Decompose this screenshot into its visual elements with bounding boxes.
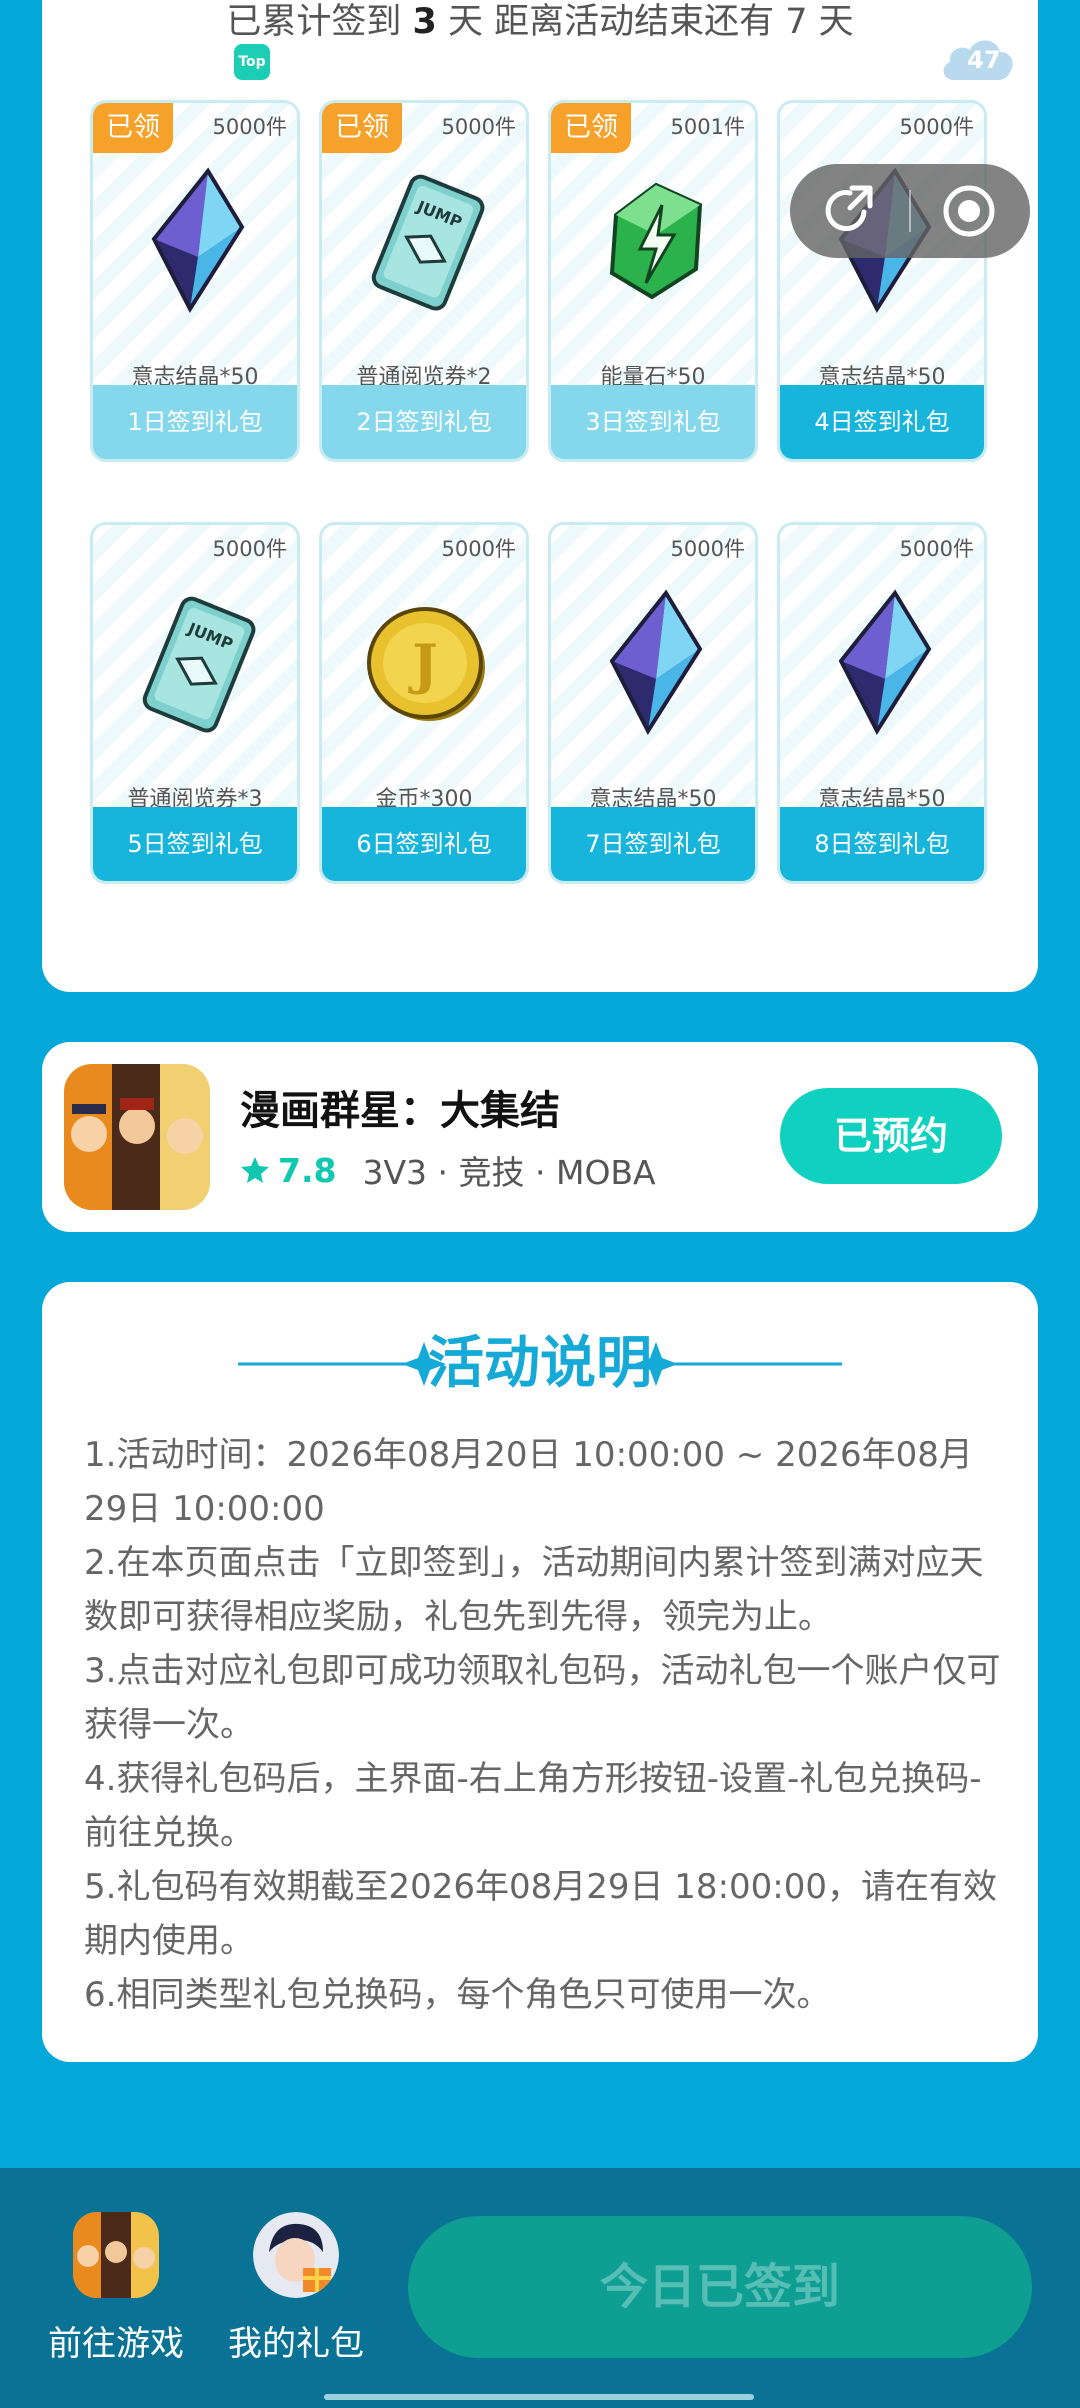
go-game-button[interactable]: 前往游戏 xyxy=(48,2212,184,2365)
reward-card-day5[interactable]: 5000件 JUMP 普通阅览券*3 5日签到礼包 xyxy=(90,522,300,884)
gift-avatar-icon xyxy=(253,2212,339,2298)
game-icon[interactable] xyxy=(64,1064,210,1210)
home-indicator[interactable] xyxy=(324,2394,754,2400)
energy-stone-icon xyxy=(609,182,703,300)
rules-card: 活动说明 1.活动时间：2026年08月20日 10:00:00 ~ 2026年… xyxy=(42,1282,1038,2062)
game-shortcut-icon xyxy=(73,2212,159,2298)
rule-item: 5.礼包码有效期截至2026年08月29日 18:00:00，请在有效期内使用。 xyxy=(84,1867,998,1961)
coin-icon: J xyxy=(367,607,485,721)
reward-card-day4[interactable]: 5000件 意志结晶*50 4日签到礼包 xyxy=(777,100,987,462)
reward-day-label: 6日签到礼包 xyxy=(322,807,526,881)
summary-prefix: 已累计签到 xyxy=(226,2,402,42)
remaining-days-count: 7 xyxy=(785,2,808,42)
crystal-icon xyxy=(151,167,245,314)
summary-suffix: 天 xyxy=(818,2,854,42)
reward-stock: 5001件 xyxy=(670,115,745,139)
title-decoration-right-icon xyxy=(634,1342,842,1386)
svg-text:J: J xyxy=(408,632,438,696)
reward-stock: 5000件 xyxy=(212,537,287,561)
reward-day-label: 4日签到礼包 xyxy=(780,385,984,459)
game-score: 7.8 xyxy=(278,1150,337,1190)
reward-stock: 5000件 xyxy=(441,537,516,561)
reward-stock: 5000件 xyxy=(899,537,974,561)
reserved-button[interactable]: 已预约 xyxy=(780,1088,1002,1184)
rules-title: 活动说明 xyxy=(428,1331,652,1396)
reward-day-label: 8日签到礼包 xyxy=(780,807,984,881)
capsule-divider xyxy=(909,190,911,232)
reward-stock: 5000件 xyxy=(899,115,974,139)
reward-day-label: 7日签到礼包 xyxy=(551,807,755,881)
reward-card-day1[interactable]: 已领 5000件 意志结晶*50 1日签到礼包 xyxy=(90,100,300,462)
game-title: 漫画群星：大集结 xyxy=(240,1088,560,1134)
rule-item: 6.相同类型礼包兑换码，每个角色只可使用一次。 xyxy=(84,1975,831,2015)
game-tags: 3V3 · 竞技 · MOBA xyxy=(362,1153,656,1192)
record-icon[interactable] xyxy=(940,182,998,240)
reward-stock: 5000件 xyxy=(670,537,745,561)
game-card[interactable]: 漫画群星：大集结 7.8 3V3 · 竞技 · MOBA 已预约 xyxy=(42,1042,1038,1232)
claimed-badge: 已领 xyxy=(322,103,402,153)
rule-item: 3.点击对应礼包即可成功领取礼包码，活动礼包一个账户仅可获得一次。 xyxy=(84,1651,1001,1745)
signed-days-count: 3 xyxy=(412,2,437,42)
go-game-label: 前往游戏 xyxy=(48,2324,184,2364)
floating-capsule xyxy=(790,164,1030,258)
cloud-count: 47 xyxy=(967,46,1001,74)
top-badge[interactable]: Top xyxy=(234,44,270,80)
reward-day-label: 2日签到礼包 xyxy=(322,385,526,459)
reward-card-day7[interactable]: 5000件 意志结晶*50 7日签到礼包 xyxy=(548,522,758,884)
reward-card-day8[interactable]: 5000件 意志结晶*50 8日签到礼包 xyxy=(777,522,987,884)
share-icon[interactable] xyxy=(820,182,878,240)
reward-card-day6[interactable]: 5000件 J 金币*300 6日签到礼包 xyxy=(319,522,529,884)
signin-summary: 已累计签到 3 天 距离活动结束还有 7 天 xyxy=(0,0,1080,44)
my-gifts-button[interactable]: 我的礼包 xyxy=(228,2212,364,2365)
crystal-icon xyxy=(609,589,703,736)
my-gifts-label: 我的礼包 xyxy=(228,2324,364,2364)
ticket-icon: JUMP xyxy=(371,174,485,311)
bottom-bar: 前往游戏 我的礼包 今日已签到 xyxy=(0,2168,1080,2408)
summary-middle: 天 距离活动结束还有 xyxy=(447,2,775,42)
game-meta: 7.8 3V3 · 竞技 · MOBA xyxy=(240,1146,656,1194)
rules-header: 活动说明 xyxy=(42,1328,1038,1400)
claimed-badge: 已领 xyxy=(551,103,631,153)
reward-day-label: 5日签到礼包 xyxy=(93,807,297,881)
reward-stock: 5000件 xyxy=(441,115,516,139)
reward-stock: 5000件 xyxy=(212,115,287,139)
reward-card-day2[interactable]: 已领 5000件 JUMP 普通阅览券*2 2日签到礼包 xyxy=(319,100,529,462)
reward-card-day3[interactable]: 已领 5001件 能量石*50 3日签到礼包 xyxy=(548,100,758,462)
reward-day-label: 1日签到礼包 xyxy=(93,385,297,459)
reward-day-label: 3日签到礼包 xyxy=(551,385,755,459)
rule-item: 2.在本页面点击「立即签到」，活动期间内累计签到满对应天数即可获得相应奖励，礼包… xyxy=(84,1543,984,1637)
rule-item: 4.获得礼包码后，主界面-右上角方形按钮-设置-礼包兑换码-前往兑换。 xyxy=(84,1759,982,1853)
ticket-icon: JUMP xyxy=(142,596,256,733)
rule-item: 1.活动时间：2026年08月20日 10:00:00 ~ 2026年08月29… xyxy=(84,1435,973,1529)
claimed-badge: 已领 xyxy=(93,103,173,153)
crystal-icon xyxy=(838,589,932,736)
star-icon xyxy=(241,1157,269,1183)
rules-list: 1.活动时间：2026年08月20日 10:00:00 ~ 2026年08月29… xyxy=(84,1428,1008,2022)
checked-in-button[interactable]: 今日已签到 xyxy=(408,2216,1032,2358)
